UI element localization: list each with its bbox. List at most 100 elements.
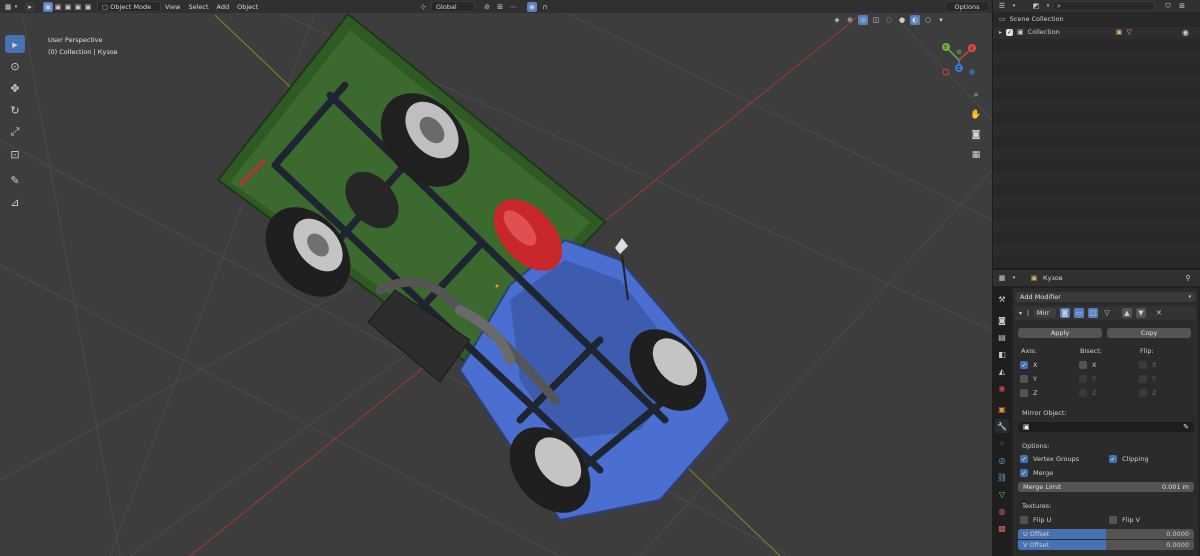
bisect-z-checkbox[interactable]: Z: [1079, 389, 1096, 397]
texture-tab-icon[interactable]: ▩: [995, 521, 1009, 535]
on-cage-icon[interactable]: ▽: [1102, 308, 1112, 318]
vertex-groups-checkbox[interactable]: ✓ Vertex Groups: [1020, 455, 1079, 463]
snap-target-icon[interactable]: ⋯: [508, 2, 518, 12]
menu-select[interactable]: Select: [184, 1, 212, 12]
chevron-down-icon[interactable]: ▾: [1011, 273, 1017, 283]
expand-arrow-icon[interactable]: ▸: [999, 29, 1002, 36]
measure-tool[interactable]: ⊿: [5, 193, 25, 211]
bisect-y-checkbox[interactable]: Y: [1079, 375, 1096, 383]
flip-x-checkbox[interactable]: X: [1139, 361, 1156, 369]
mode-dropdown[interactable]: ▢ Object Mode: [97, 1, 161, 12]
editor-type-icon[interactable]: ▦: [3, 2, 13, 12]
particles-tab-icon[interactable]: ⁘: [995, 436, 1009, 450]
move-down-icon[interactable]: ▼: [1135, 308, 1146, 318]
mirror-object-field[interactable]: ▣ ✎: [1018, 422, 1194, 432]
orientation-dropdown[interactable]: Global: [431, 1, 475, 12]
eye-icon[interactable]: ◉: [1182, 28, 1189, 37]
move-up-icon[interactable]: ▲: [1121, 308, 1132, 318]
transform-tool[interactable]: ⊡: [5, 145, 25, 163]
apply-button[interactable]: Apply: [1018, 328, 1102, 338]
properties-editor-icon[interactable]: ▦: [997, 273, 1007, 283]
menu-add[interactable]: Add: [213, 1, 234, 12]
close-icon[interactable]: ✕: [1154, 308, 1164, 318]
filter-icon[interactable]: ⛉: [1163, 1, 1173, 11]
outliner-row-scene-collection[interactable]: ▭ Scene Collection: [999, 15, 1064, 23]
modifier-name-input[interactable]: Mirr: [1033, 308, 1056, 318]
material-tab-icon[interactable]: ◍: [995, 504, 1009, 518]
outliner-row-collection[interactable]: ▸ ✓ ▣ Collection ▣ ▽ ◉: [999, 28, 1199, 37]
options-dropdown[interactable]: Options: [945, 1, 989, 12]
snap-icon[interactable]: ⊞: [495, 2, 505, 12]
chevron-down-icon[interactable]: ▾: [13, 2, 19, 12]
view-layer-tab-icon[interactable]: ◧: [995, 347, 1009, 361]
xray-icon[interactable]: ◫: [871, 15, 881, 25]
copy-button[interactable]: Copy: [1107, 328, 1191, 338]
zoom-icon[interactable]: ⌕: [968, 87, 984, 103]
merge-limit-field[interactable]: Merge Limit 0.001 m: [1018, 482, 1194, 492]
axis-y-checkbox[interactable]: Y: [1020, 375, 1037, 383]
select-subtract-icon[interactable]: ▣: [63, 2, 73, 12]
flip-u-checkbox[interactable]: Flip U: [1020, 516, 1051, 524]
merge-checkbox[interactable]: ✓ Merge: [1020, 469, 1053, 477]
v-offset-field[interactable]: V Offset 0.0000: [1018, 540, 1194, 550]
clipping-checkbox[interactable]: ✓ Clipping: [1109, 455, 1148, 463]
select-cursor-icon[interactable]: ▸: [25, 1, 35, 12]
material-shading-icon[interactable]: ◐: [910, 15, 920, 25]
select-box-tool[interactable]: ▸: [5, 35, 25, 53]
falloff-icon[interactable]: ∩: [540, 2, 550, 12]
eyedropper-icon[interactable]: ✎: [1183, 423, 1189, 431]
outliner-search-input[interactable]: ⌕: [1053, 1, 1155, 11]
pan-hand-icon[interactable]: ✋: [968, 107, 984, 123]
render-tab-icon[interactable]: ◙: [995, 313, 1009, 327]
physics-tab-icon[interactable]: ◎: [995, 453, 1009, 467]
outliner-editor-icon[interactable]: ☰: [997, 1, 1007, 11]
exclude-checkbox[interactable]: ✓: [1006, 28, 1014, 36]
output-tab-icon[interactable]: ▤: [995, 330, 1009, 344]
show-in-editmode-icon[interactable]: ◫: [1087, 308, 1098, 318]
wireframe-shading-icon[interactable]: ◌: [884, 15, 894, 25]
editmode-cage-icon[interactable]: ◙: [1059, 308, 1070, 318]
3d-viewport[interactable]: ▦ ▾ ▸ ▣ ▣ ▣ ▣ ▣ ▢ Object Mode View Selec…: [0, 0, 992, 556]
add-modifier-dropdown[interactable]: Add Modifier ▾: [1015, 292, 1196, 302]
axis-z-checkbox[interactable]: Z: [1020, 389, 1037, 397]
select-intersect-icon[interactable]: ▣: [83, 2, 93, 12]
bisect-x-checkbox[interactable]: X: [1079, 361, 1096, 369]
camera-icon[interactable]: ◙: [968, 127, 984, 143]
constraints-tab-icon[interactable]: ⛓: [995, 470, 1009, 484]
select-difference-icon[interactable]: ▣: [73, 2, 83, 12]
shading-options-icon[interactable]: ▾: [936, 15, 946, 25]
menu-object[interactable]: Object: [233, 1, 262, 12]
cursor-tool[interactable]: ⊙: [5, 57, 25, 75]
display-mode-icon[interactable]: ◩: [1031, 1, 1041, 11]
chevron-down-icon[interactable]: ▾: [1045, 1, 1051, 11]
proportional-edit-icon[interactable]: ◉: [527, 1, 537, 12]
tool-tab-icon[interactable]: ⚒: [995, 292, 1009, 306]
chevron-down-icon[interactable]: ▾: [1011, 1, 1017, 11]
select-new-icon[interactable]: ▣: [43, 1, 53, 12]
show-viewport-icon[interactable]: ▭: [1073, 308, 1084, 318]
navigation-gizmo[interactable]: X Y Z: [935, 38, 985, 82]
solid-shading-icon[interactable]: ●: [897, 15, 907, 25]
viewport-scene[interactable]: [0, 0, 992, 556]
axis-x-checkbox[interactable]: ✓ X: [1020, 361, 1037, 369]
u-offset-field[interactable]: U Offset 0.0000: [1018, 529, 1194, 539]
data-tab-icon[interactable]: ▽: [995, 487, 1009, 501]
perspective-grid-icon[interactable]: ▦: [968, 147, 984, 163]
rotate-tool[interactable]: ↻: [5, 101, 25, 119]
scale-tool[interactable]: ⤢: [5, 123, 25, 141]
select-extend-icon[interactable]: ▣: [53, 2, 63, 12]
move-tool[interactable]: ✥: [5, 79, 25, 97]
pin-icon[interactable]: ⚲: [1183, 273, 1193, 283]
overlay-icon[interactable]: ◎: [858, 15, 868, 25]
flip-y-checkbox[interactable]: Y: [1139, 375, 1156, 383]
truck-model[interactable]: [216, 12, 732, 529]
world-tab-icon[interactable]: ◉: [995, 381, 1009, 395]
scene-tab-icon[interactable]: ◭: [995, 364, 1009, 378]
flip-v-checkbox[interactable]: Flip V: [1109, 516, 1140, 524]
menu-view[interactable]: View: [161, 1, 184, 12]
visibility-icon[interactable]: ◈: [832, 15, 842, 25]
object-tab-icon[interactable]: ▣: [995, 402, 1009, 416]
annotate-tool[interactable]: ✎: [5, 171, 25, 189]
rendered-shading-icon[interactable]: ○: [923, 15, 933, 25]
gizmo-toggle-icon[interactable]: ⊕: [845, 15, 855, 25]
